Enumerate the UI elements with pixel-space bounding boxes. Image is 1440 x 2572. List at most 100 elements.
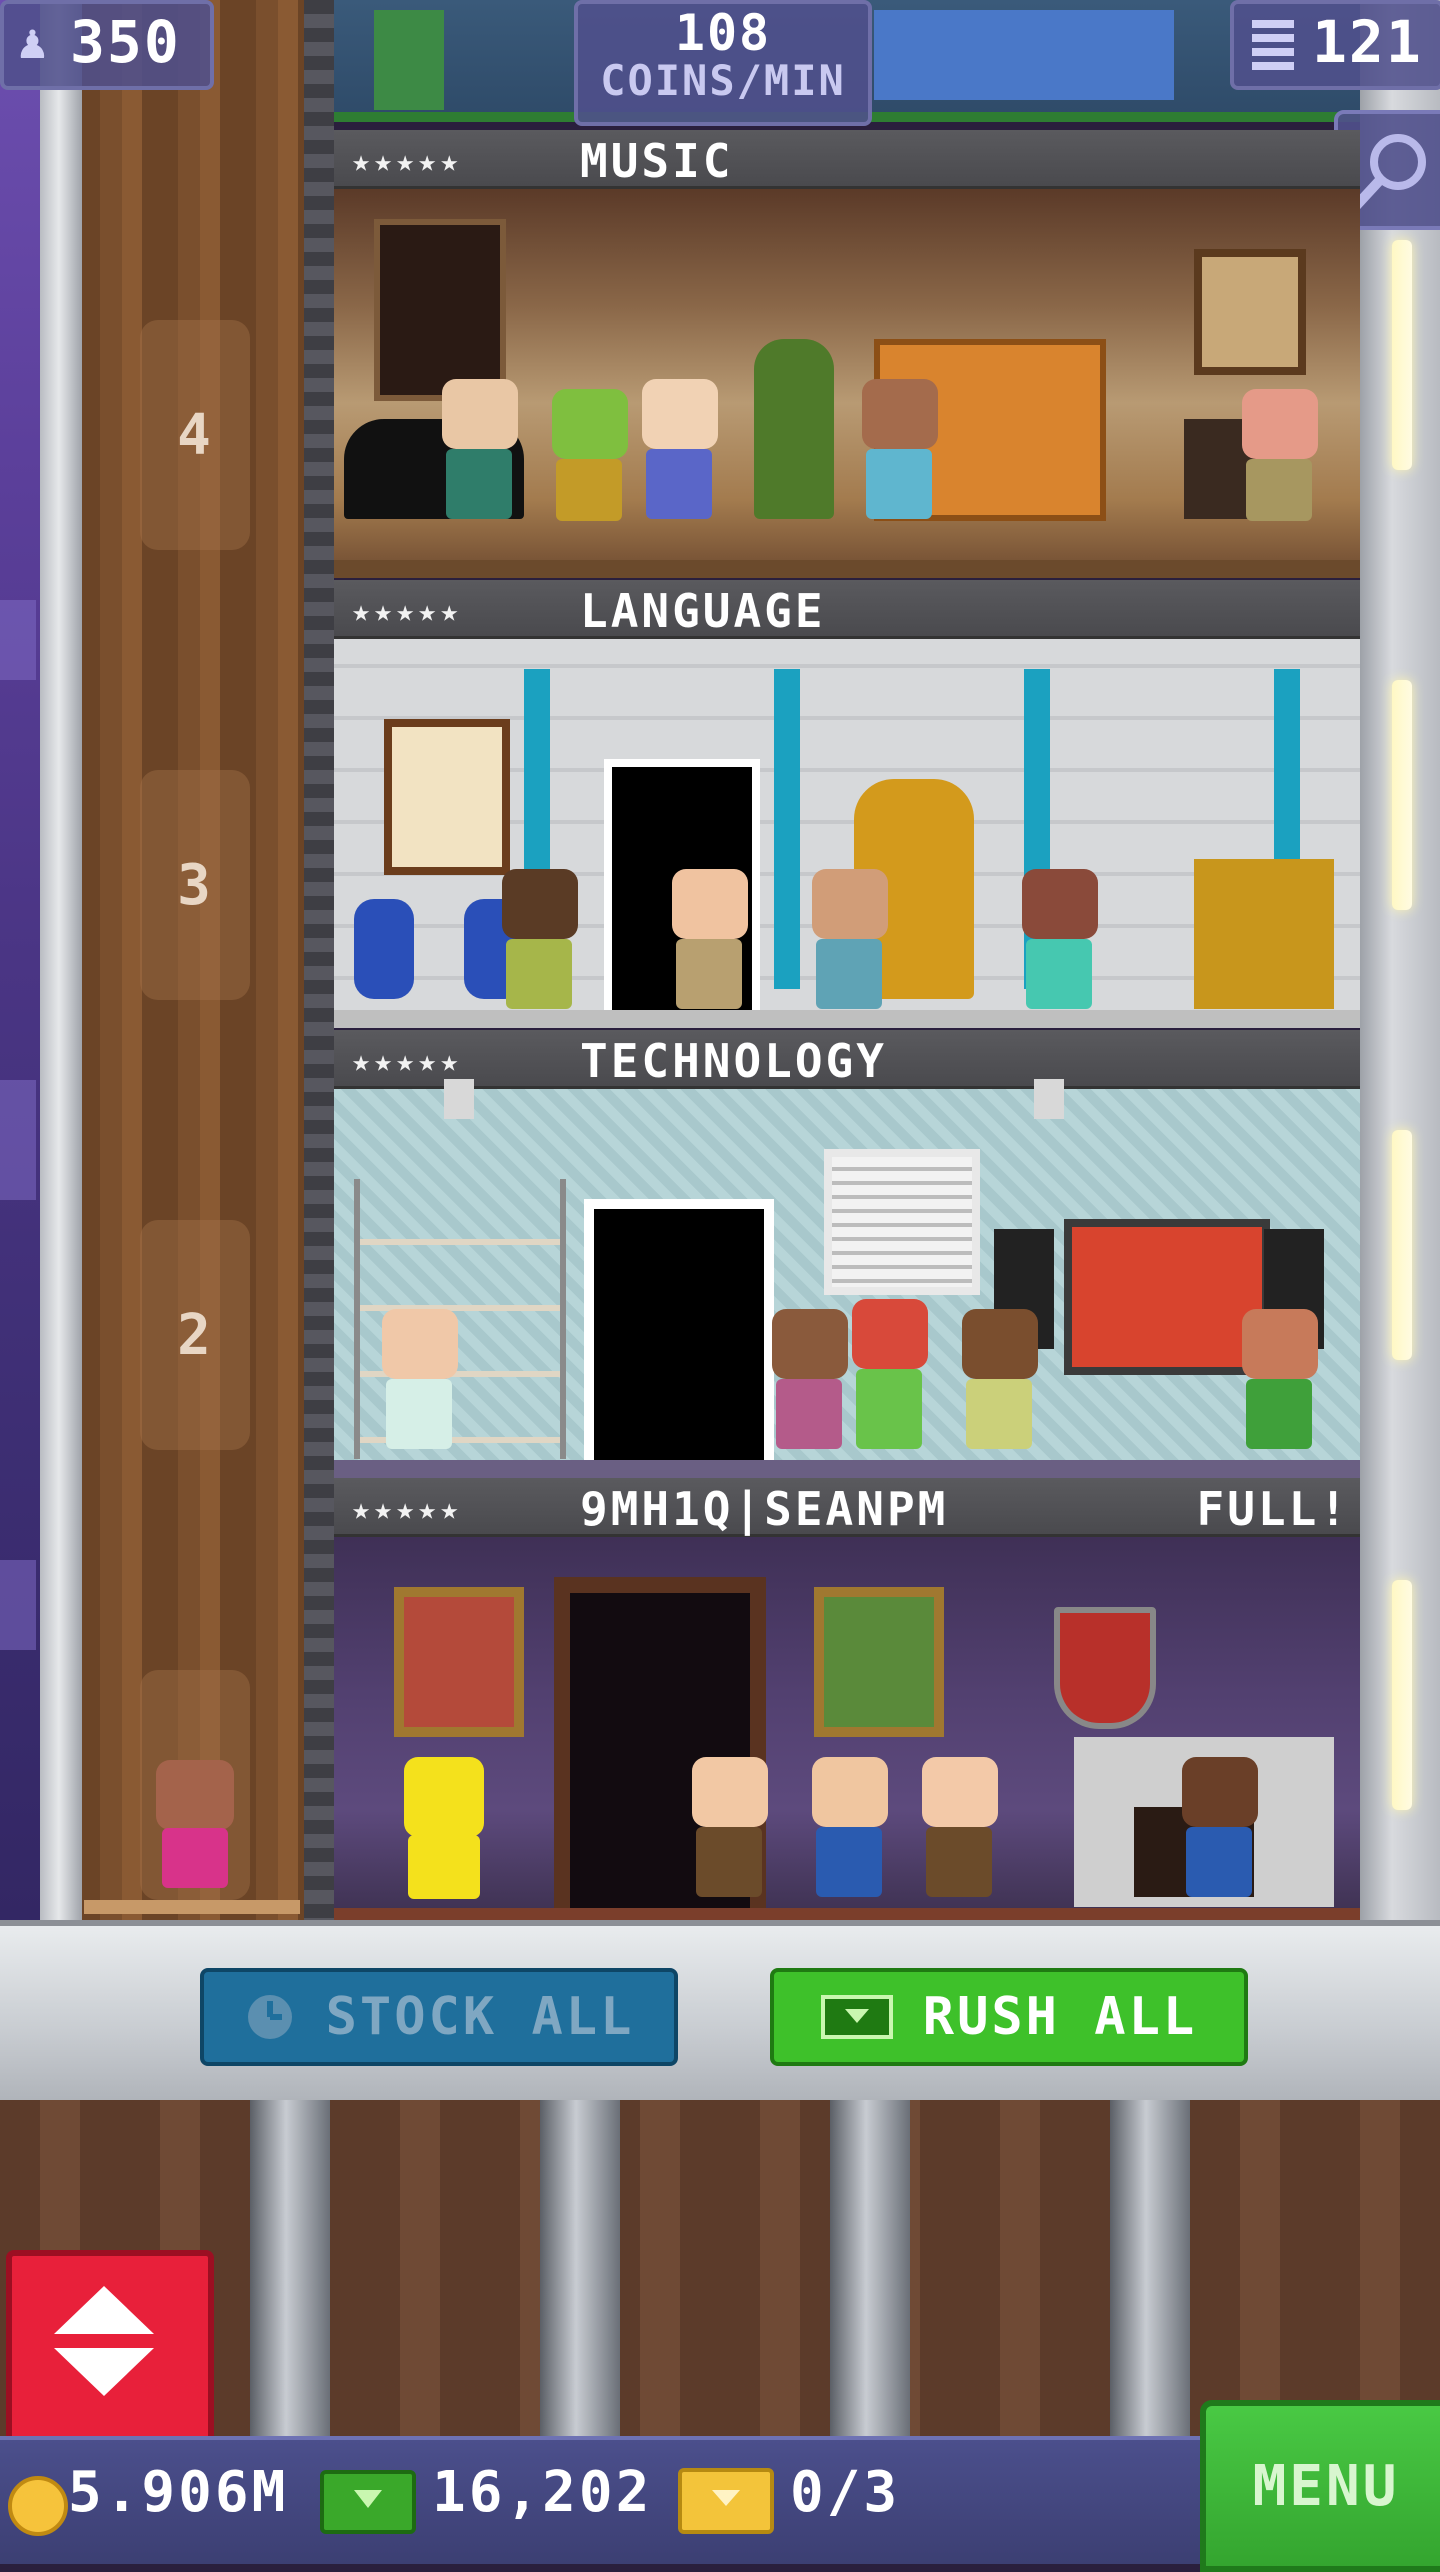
resident[interactable] xyxy=(764,1309,854,1459)
resident-body xyxy=(776,1379,842,1449)
rider-body xyxy=(162,1828,228,1888)
coins-rate-unit: COINS/MIN xyxy=(600,56,846,105)
floor-language[interactable]: ★★★★★ LANGUAGE xyxy=(334,580,1360,1028)
resident[interactable] xyxy=(494,869,584,1019)
resident[interactable] xyxy=(434,379,524,529)
resident[interactable] xyxy=(1234,1309,1324,1459)
shield-prop xyxy=(1054,1607,1156,1729)
painting-prop xyxy=(1194,249,1306,375)
rail-light xyxy=(1392,680,1412,910)
plant-prop xyxy=(754,339,834,519)
floor-header: ★★★★★ TECHNOLOGY xyxy=(334,1030,1360,1089)
window-blinds-prop xyxy=(824,1149,980,1295)
floor-stars: ★★★★★ xyxy=(352,1492,463,1527)
bed-prop xyxy=(874,10,1174,100)
floor-header: ★★★★★ MUSIC xyxy=(334,130,1360,189)
vase-prop xyxy=(354,899,414,999)
resident[interactable] xyxy=(1174,1757,1264,1907)
resident[interactable] xyxy=(634,379,724,529)
rider-head xyxy=(156,1760,234,1830)
lamp-prop xyxy=(1034,1079,1064,1119)
resident-head xyxy=(642,379,718,449)
resident-head xyxy=(692,1757,768,1827)
elevator-floor-number: 3 xyxy=(140,770,250,1000)
resident-head xyxy=(1242,389,1318,459)
doorway-prop xyxy=(584,1199,774,1478)
resident[interactable] xyxy=(684,1757,774,1907)
stock-all-button[interactable]: STOCK ALL xyxy=(200,1968,678,2066)
resident-head xyxy=(502,869,578,939)
resident-body xyxy=(676,939,742,1009)
resident-head xyxy=(922,1757,998,1827)
left-rail xyxy=(40,0,82,1920)
resident[interactable] xyxy=(544,389,634,529)
floor-technology[interactable]: ★★★★★ TECHNOLOGY xyxy=(334,1030,1360,1478)
elevator-car[interactable] xyxy=(84,1900,300,1914)
portrait-prop xyxy=(814,1587,944,1737)
resident[interactable] xyxy=(664,869,754,1019)
resident-head xyxy=(812,869,888,939)
resident-body xyxy=(1246,459,1312,521)
resident-head xyxy=(404,1757,484,1837)
ticket-symbol-icon xyxy=(712,2490,740,2506)
resident-head xyxy=(672,869,748,939)
resident[interactable] xyxy=(804,869,894,1019)
resident-body xyxy=(1246,1379,1312,1449)
floors-counter[interactable]: 121 xyxy=(1230,0,1440,90)
floor-room xyxy=(334,189,1360,578)
coin-icon xyxy=(8,2476,68,2536)
skyline-building xyxy=(0,1080,36,1200)
skyline-building xyxy=(0,1560,36,1650)
resident-body xyxy=(926,1827,992,1897)
coins-rate-value: 108 xyxy=(674,4,772,62)
floor-room xyxy=(334,639,1360,1028)
menu-button[interactable]: MENU xyxy=(1200,2400,1440,2572)
resident[interactable] xyxy=(1014,869,1104,1019)
floor-name: LANGUAGE xyxy=(580,584,826,638)
resident-body xyxy=(866,449,932,519)
floor-custom[interactable]: ★★★★★ 9MH1Q|SEANPM FULL! xyxy=(334,1478,1360,1926)
rush-all-label: RUSH ALL xyxy=(922,1987,1198,2047)
stock-all-label: STOCK ALL xyxy=(325,1987,635,2047)
resident-head xyxy=(862,379,938,449)
rail-light xyxy=(1392,1580,1412,1810)
lamp-prop xyxy=(444,1079,474,1119)
floor-stars: ★★★★★ xyxy=(352,144,463,179)
resident-body xyxy=(1026,939,1092,1009)
rush-all-button[interactable]: RUSH ALL xyxy=(770,1968,1248,2066)
window-prop xyxy=(374,219,506,401)
resident[interactable] xyxy=(854,379,944,529)
lobby-floor[interactable] xyxy=(0,2100,1440,2436)
skyline-building xyxy=(0,600,36,680)
elevator-shaft[interactable]: 4 3 2 xyxy=(82,0,310,1920)
resident-body xyxy=(856,1369,922,1449)
elevator-button[interactable] xyxy=(6,2250,214,2444)
resident[interactable] xyxy=(914,1757,1004,1907)
bux-icon xyxy=(820,1995,893,2039)
population-value: 350 xyxy=(70,8,181,76)
resident[interactable] xyxy=(804,1757,894,1907)
portrait-prop xyxy=(394,1587,524,1737)
resident[interactable] xyxy=(844,1299,934,1459)
floor-music[interactable]: ★★★★★ MUSIC xyxy=(334,130,1360,578)
elevator-cable xyxy=(304,0,334,1920)
lobby-column xyxy=(540,2100,620,2436)
resident[interactable] xyxy=(1234,389,1324,529)
resident-head xyxy=(552,389,628,459)
building-icon xyxy=(1252,18,1294,70)
resident[interactable] xyxy=(374,1309,464,1459)
resident[interactable] xyxy=(954,1309,1044,1459)
elevator-rider[interactable] xyxy=(150,1760,240,1900)
floor-status: FULL! xyxy=(1196,1482,1350,1536)
coins-value: 5.906M xyxy=(68,2460,289,2525)
floor-name: TECHNOLOGY xyxy=(580,1034,887,1088)
population-counter[interactable]: ♟ 350 xyxy=(0,0,214,90)
floor-header: ★★★★★ LANGUAGE xyxy=(334,580,1360,639)
elevator-floor-number: 4 xyxy=(140,320,250,550)
scroll-prop xyxy=(384,719,510,875)
resident[interactable] xyxy=(394,1757,494,1907)
resident-body xyxy=(556,459,622,521)
resident-head xyxy=(1242,1309,1318,1379)
floor-name: 9MH1Q|SEANPM xyxy=(580,1482,949,1536)
resident-body xyxy=(646,449,712,519)
